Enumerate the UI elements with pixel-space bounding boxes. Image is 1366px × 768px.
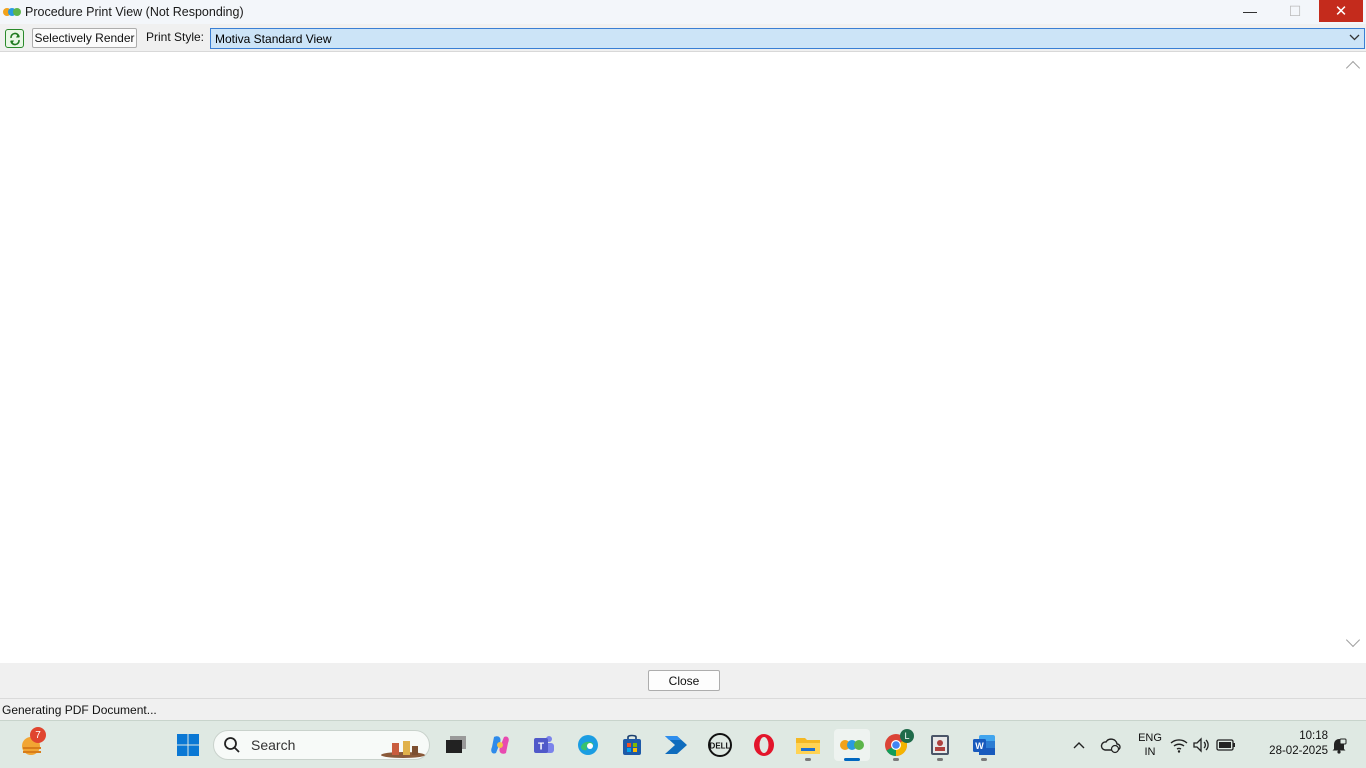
toolbar: Selectively Render Print Style: Motiva S… — [0, 24, 1366, 52]
maximize-icon: ☐ — [1288, 2, 1302, 19]
clock-time: 10:18 — [1299, 730, 1328, 742]
svg-text:DELL: DELL — [710, 742, 731, 751]
teams-button[interactable]: T — [526, 729, 562, 761]
minimize-icon: — — [1243, 3, 1257, 19]
start-button[interactable] — [170, 729, 206, 761]
language-indicator[interactable]: ENG IN — [1132, 731, 1168, 759]
onedrive-button[interactable] — [1094, 729, 1128, 761]
wifi-icon — [1170, 739, 1188, 753]
notification-badge: 7 — [30, 727, 46, 743]
language-code: ENG — [1138, 732, 1162, 744]
running-indicator — [805, 758, 811, 761]
refresh-icon — [9, 32, 20, 45]
opera-icon — [754, 734, 774, 756]
network-volume-battery[interactable] — [1170, 729, 1236, 761]
copilot-icon — [491, 736, 509, 754]
app-logo-icon — [840, 740, 864, 750]
refresh-button[interactable] — [5, 29, 24, 48]
file-explorer-button[interactable] — [790, 729, 826, 761]
taskbar: 7 Search T DELL L W ENG IN 10:18 28-02-2… — [0, 720, 1366, 768]
running-indicator — [893, 758, 899, 761]
power-automate-icon — [665, 736, 687, 754]
scroll-up-icon[interactable] — [1345, 60, 1361, 76]
profile-badge: L — [900, 729, 914, 743]
maximize-button[interactable]: ☐ — [1273, 0, 1317, 22]
close-icon: ✕ — [1334, 3, 1348, 20]
scroll-down-icon[interactable] — [1345, 632, 1361, 648]
status-bar: Generating PDF Document... — [0, 698, 1366, 720]
opera-button[interactable] — [746, 729, 782, 761]
app-logo-icon — [3, 5, 21, 19]
show-hidden-icons-button[interactable] — [1062, 729, 1096, 761]
chrome-button[interactable]: L — [878, 729, 914, 761]
clock-date: 28-02-2025 — [1269, 745, 1328, 757]
id-card-icon — [931, 735, 949, 755]
folder-icon — [796, 738, 820, 754]
chevron-down-icon — [1349, 32, 1360, 46]
button-bar: Close — [0, 663, 1366, 698]
taskbar-search[interactable]: Search — [213, 730, 430, 760]
selectively-render-button[interactable]: Selectively Render — [32, 28, 137, 48]
svg-text:W: W — [975, 741, 984, 751]
edge-button[interactable] — [570, 729, 606, 761]
bell-icon — [1332, 738, 1347, 754]
search-highlight-icon — [381, 741, 425, 758]
teams-icon: T — [534, 736, 554, 753]
chevron-up-icon — [1073, 742, 1085, 749]
active-indicator — [844, 758, 860, 761]
title-bar: Procedure Print View (Not Responding) — … — [0, 0, 1366, 24]
search-label: Search — [251, 737, 296, 753]
document-preview-area — [0, 53, 1340, 663]
word-icon: W — [973, 735, 995, 755]
running-indicator — [937, 758, 943, 761]
close-window-button[interactable]: ✕ — [1319, 0, 1363, 22]
dell-icon: DELL — [708, 733, 732, 757]
task-view-icon — [446, 736, 466, 753]
status-text: Generating PDF Document... — [2, 702, 157, 717]
cloud-sync-icon — [1100, 738, 1121, 754]
minimize-button[interactable]: — — [1228, 0, 1272, 22]
dell-button[interactable]: DELL — [702, 729, 738, 761]
power-automate-button[interactable] — [658, 729, 694, 761]
battery-icon — [1216, 739, 1235, 751]
svg-text:T: T — [538, 742, 544, 753]
contacts-app-button[interactable] — [922, 729, 958, 761]
print-style-dropdown[interactable]: Motiva Standard View — [210, 28, 1365, 49]
procedure-app-button[interactable] — [834, 729, 870, 761]
word-button[interactable]: W — [966, 729, 1002, 761]
taskbar-clock[interactable]: 10:18 28-02-2025 — [1256, 729, 1328, 759]
edge-icon — [578, 735, 598, 755]
running-indicator — [981, 758, 987, 761]
search-icon — [224, 737, 240, 753]
region-code: IN — [1144, 746, 1156, 758]
store-button[interactable] — [614, 729, 650, 761]
print-style-label: Print Style: — [146, 30, 205, 44]
volume-icon — [1193, 737, 1209, 753]
notifications-button[interactable] — [1326, 729, 1352, 761]
task-view-button[interactable] — [438, 729, 474, 761]
copilot-button[interactable] — [482, 729, 518, 761]
windows-icon — [177, 734, 199, 756]
store-icon — [623, 734, 641, 755]
close-button[interactable]: Close — [648, 670, 720, 691]
window-title: Procedure Print View (Not Responding) — [25, 5, 244, 19]
print-style-value: Motiva Standard View — [215, 31, 332, 46]
vertical-scrollbar[interactable] — [1340, 53, 1366, 663]
